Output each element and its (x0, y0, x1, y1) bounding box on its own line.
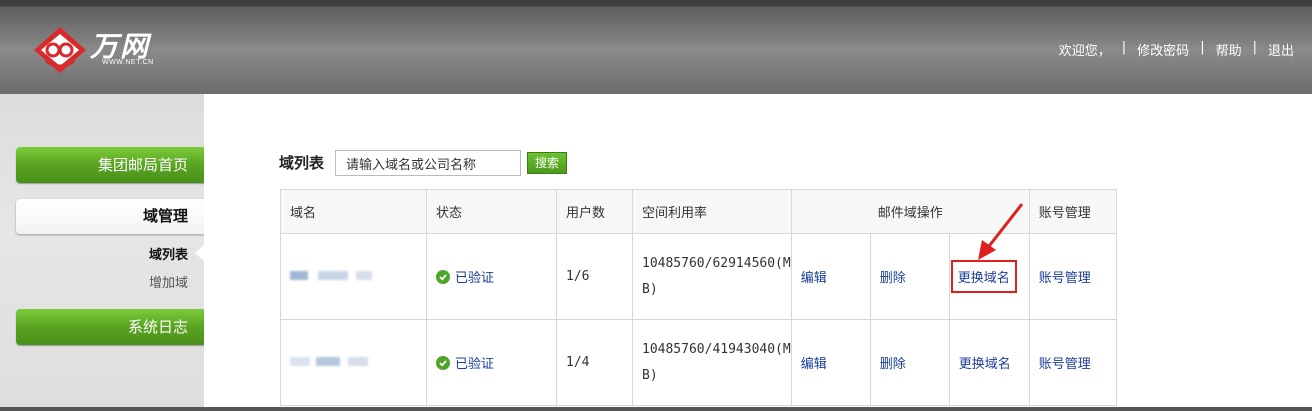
page-title: 域列表 (279, 154, 325, 172)
nav-separator: | (1252, 40, 1257, 55)
domain-cell (280, 319, 427, 406)
delete-cell: 删除 (869, 233, 950, 320)
redacted-domain (348, 357, 368, 366)
help-link[interactable]: 帮助 (1216, 40, 1242, 59)
sidebar-subitem-domain-list[interactable]: 域列表 (149, 244, 188, 263)
edit-link[interactable]: 编辑 (801, 357, 827, 372)
space-value: 10485760/41943040(M (642, 341, 791, 357)
check-circle-icon (436, 269, 450, 284)
active-indicator-icon (195, 245, 204, 261)
space-cell: 10485760/62914560(M B) (632, 233, 792, 320)
col-account: 账号管理 (1028, 189, 1117, 234)
space-cell: 10485760/41943040(M B) (632, 319, 792, 406)
redacted-domain (356, 271, 372, 280)
delete-link[interactable]: 删除 (880, 357, 906, 372)
redacted-domain (318, 271, 348, 280)
account-manage-link[interactable]: 账号管理 (1039, 357, 1091, 372)
sidebar-item-domain-manage[interactable]: 域管理 (16, 199, 204, 234)
main-content: 域列表 搜索 域名 状态 用户数 空间利用率 邮件域操作 账号管理 已验证 (204, 94, 1312, 411)
account-manage-link[interactable]: 账号管理 (1039, 271, 1091, 286)
brand-url: WWW.NET.CN (102, 59, 154, 66)
account-cell: 账号管理 (1028, 233, 1117, 320)
users-cell: 1/4 (556, 319, 633, 406)
edit-link[interactable]: 编辑 (801, 271, 827, 286)
app-header: 万网 WWW.NET.CN 欢迎您， | 修改密码 | 帮助 | 退出 (0, 0, 1312, 94)
top-nav: 欢迎您， | 修改密码 | 帮助 | 退出 (1059, 40, 1294, 59)
status-cell: 已验证 (426, 319, 557, 406)
edit-cell: 编辑 (790, 319, 871, 406)
nav-separator: | (1200, 40, 1205, 55)
delete-cell: 删除 (869, 319, 950, 406)
annotation-arrow-icon (978, 203, 1024, 260)
check-circle-icon (436, 355, 450, 370)
change-domain-link[interactable]: 更换域名 (959, 357, 1011, 372)
status-text: 已验证 (455, 271, 495, 286)
col-space: 空间利用率 (632, 189, 792, 234)
change-domain-cell: 更换域名 (948, 319, 1030, 406)
space-unit: B) (642, 367, 658, 383)
domain-cell (280, 233, 427, 320)
sidebar-item-system-log[interactable]: 系统日志 (16, 309, 204, 345)
table-row: 已验证 1/4 10485760/41943040(M B) 编辑 删除 更换域… (280, 319, 1117, 406)
redacted-domain (290, 271, 308, 280)
status-badge: 已验证 (436, 353, 494, 372)
redacted-domain (290, 357, 310, 366)
space-unit: B) (642, 281, 658, 297)
welcome-text: 欢迎您， (1058, 44, 1111, 59)
redacted-domain (316, 357, 340, 366)
change-domain-link[interactable]: 更换域名 (950, 260, 1017, 293)
col-domain: 域名 (280, 189, 427, 234)
account-cell: 账号管理 (1028, 319, 1117, 406)
bottom-border (0, 407, 1312, 411)
col-users: 用户数 (556, 189, 633, 234)
users-cell: 1/6 (556, 233, 633, 320)
sidebar-subitem-add-domain[interactable]: 增加域 (149, 272, 188, 291)
search-button[interactable]: 搜索 (527, 152, 567, 174)
delete-link[interactable]: 删除 (880, 271, 906, 286)
brand-logo[interactable]: 万网 WWW.NET.CN (32, 25, 172, 75)
search-input[interactable] (335, 150, 521, 176)
status-text: 已验证 (455, 357, 495, 372)
sidebar-item-home[interactable]: 集团邮局首页 (16, 147, 204, 183)
edit-cell: 编辑 (790, 233, 871, 320)
nav-separator: | (1121, 40, 1127, 55)
sidebar: 集团邮局首页 域管理 域列表 增加域 系统日志 (0, 94, 204, 411)
status-cell: 已验证 (426, 233, 557, 320)
space-value: 10485760/62914560(M (642, 255, 791, 271)
change-password-link[interactable]: 修改密码 (1137, 40, 1189, 59)
logo-mark-icon (34, 27, 86, 73)
col-status: 状态 (426, 189, 557, 234)
status-badge: 已验证 (436, 267, 494, 286)
logout-link[interactable]: 退出 (1268, 40, 1294, 59)
